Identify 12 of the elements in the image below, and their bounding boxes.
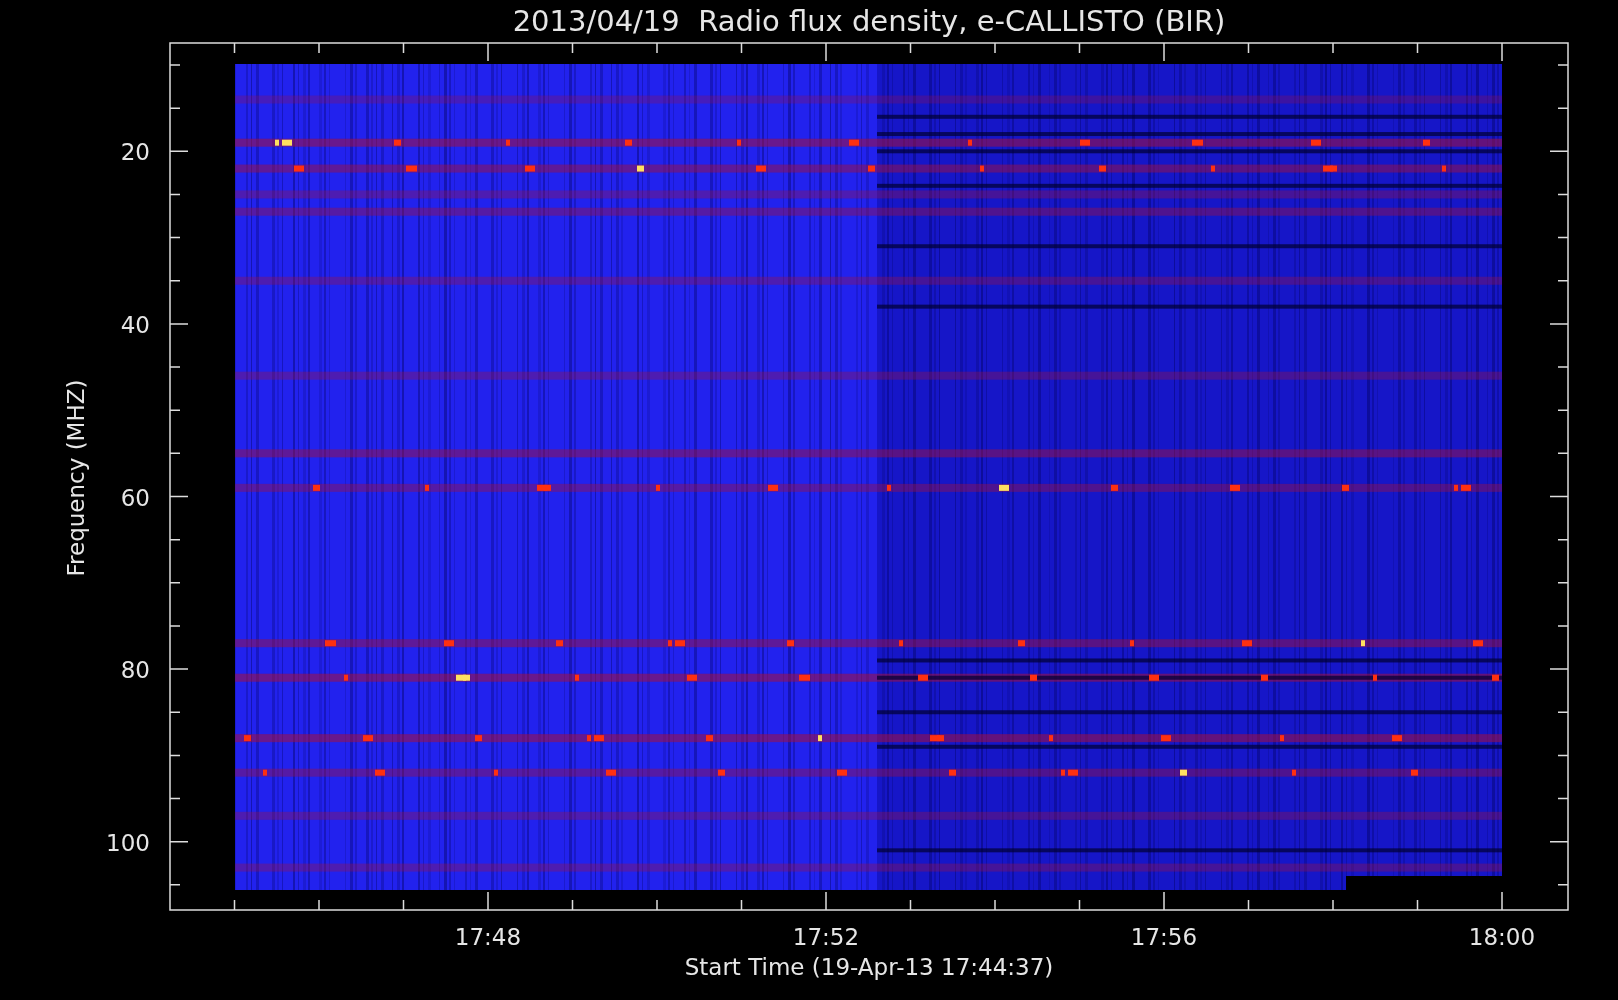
- y-tick-label: 40: [120, 311, 150, 338]
- x-axis-label: Start Time (19-Apr-13 17:44:37): [684, 954, 1054, 980]
- x-tick-label: 17:56: [1130, 924, 1198, 950]
- y-tick-label: 100: [106, 829, 150, 856]
- y-axis-label: Frequency (MHZ): [63, 379, 89, 577]
- y-tick-label: 60: [120, 484, 150, 511]
- chart-title: 2013/04/19 Radio flux density, e-CALLISTO (BIR): [512, 4, 1226, 38]
- x-tick-label: 17:52: [792, 924, 860, 950]
- y-tick-label: 20: [120, 139, 150, 166]
- y-tick-label: 80: [120, 657, 150, 684]
- x-tick-label: 17:48: [454, 924, 522, 950]
- x-tick-label: 18:00: [1468, 924, 1536, 950]
